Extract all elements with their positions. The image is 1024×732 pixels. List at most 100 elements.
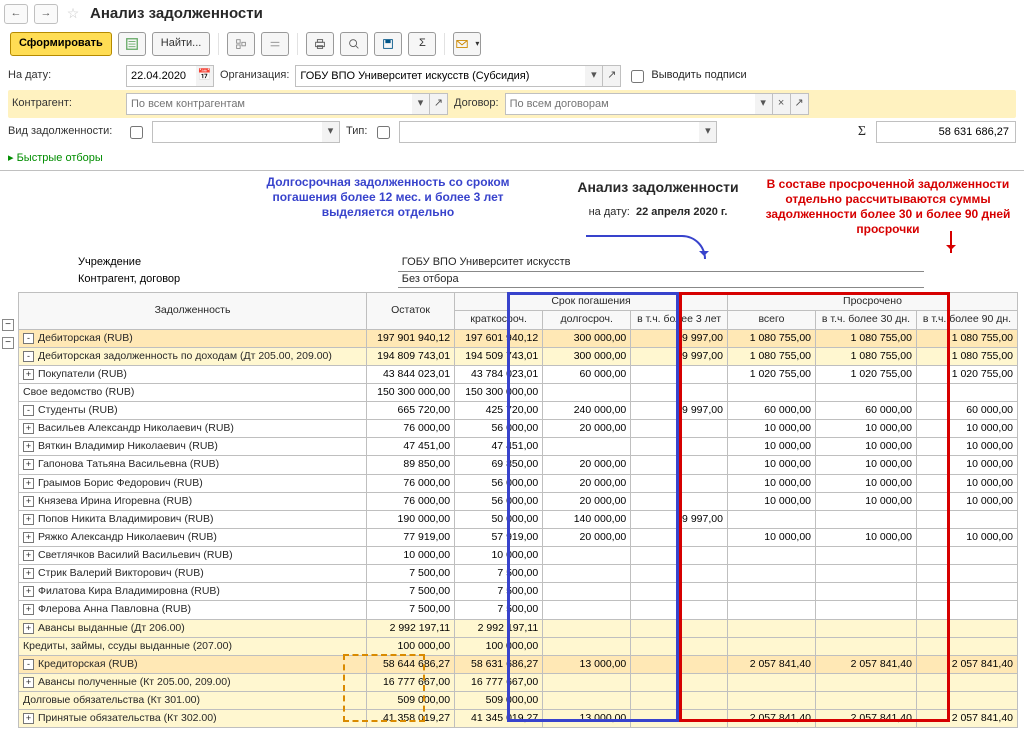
row-name-cell[interactable]: +Гапонова Татьяна Васильевна (RUB) <box>19 456 367 474</box>
expand-icon[interactable]: + <box>23 604 34 615</box>
expand-icon[interactable]: + <box>23 496 34 507</box>
row-name-cell[interactable]: -Дебиторская задолженность по доходам (Д… <box>19 347 367 365</box>
contract-field[interactable] <box>505 93 755 115</box>
table-row[interactable]: +Граымов Борис Федорович (RUB)76 000,005… <box>19 474 1018 492</box>
row-name-cell[interactable]: +Попов Никита Владимирович (RUB) <box>19 510 367 528</box>
nav-back-button[interactable]: ← <box>4 4 28 24</box>
table-row[interactable]: +Васильев Александр Николаевич (RUB)76 0… <box>19 420 1018 438</box>
row-name-cell[interactable]: +Авансы выданные (Дт 206.00) <box>19 619 367 637</box>
expand-icon[interactable]: + <box>23 550 34 561</box>
expand-icon[interactable]: + <box>23 586 34 597</box>
type-select[interactable]: ▾ <box>399 121 717 143</box>
type-field[interactable] <box>399 121 699 143</box>
type-check[interactable] <box>373 123 393 142</box>
expand-icon[interactable]: + <box>23 423 34 434</box>
table-row[interactable]: +Принятые обязательства (Кт 302.00)41 35… <box>19 710 1018 728</box>
row-name-cell[interactable]: +Васильев Александр Николаевич (RUB) <box>19 420 367 438</box>
settings-button[interactable] <box>118 32 146 56</box>
org-open-icon[interactable]: ↗ <box>603 65 621 87</box>
collapse-icon[interactable]: - <box>23 351 34 362</box>
table-row[interactable]: +Светлячков Василий Васильевич (RUB)10 0… <box>19 547 1018 565</box>
table-row[interactable]: +Покупатели (RUB)43 844 023,0143 784 023… <box>19 365 1018 383</box>
expand-icon[interactable]: + <box>23 568 34 579</box>
date-field[interactable] <box>126 65 196 87</box>
table-row[interactable]: +Ряжко Александр Николаевич (RUB)77 919,… <box>19 528 1018 546</box>
expand-icon[interactable]: + <box>23 623 34 634</box>
row-name-cell[interactable]: +Стрик Валерий Викторович (RUB) <box>19 565 367 583</box>
table-row[interactable]: -Студенты (RUB)665 720,00425 720,00240 0… <box>19 402 1018 420</box>
row-name-cell[interactable]: +Князева Ирина Игоревна (RUB) <box>19 492 367 510</box>
row-name-cell[interactable]: +Принятые обязательства (Кт 302.00) <box>19 710 367 728</box>
row-name-cell[interactable]: +Покупатели (RUB) <box>19 365 367 383</box>
table-row[interactable]: -Дебиторская (RUB)197 901 940,12197 601 … <box>19 329 1018 347</box>
org-field[interactable] <box>295 65 585 87</box>
contr-drop-icon[interactable]: ▾ <box>412 93 430 115</box>
outline-toggle[interactable]: − <box>2 337 14 349</box>
row-name-cell[interactable]: +Светлячков Василий Васильевич (RUB) <box>19 547 367 565</box>
outline-toggle[interactable]: − <box>2 319 14 331</box>
expand-icon[interactable]: + <box>23 459 34 470</box>
contract-open-icon[interactable]: ↗ <box>791 93 809 115</box>
expand-icon[interactable]: + <box>23 713 34 724</box>
contract-select[interactable]: ▾ × ↗ <box>505 93 809 115</box>
contract-clear-icon[interactable]: × <box>773 93 791 115</box>
row-name-cell[interactable]: +Ряжко Александр Николаевич (RUB) <box>19 528 367 546</box>
run-button[interactable]: Сформировать <box>10 32 112 56</box>
contract-drop-icon[interactable]: ▾ <box>755 93 773 115</box>
row-name-cell[interactable]: +Авансы полученные (Кт 205.00, 209.00) <box>19 673 367 691</box>
type-checkbox[interactable] <box>377 126 390 139</box>
row-name-cell[interactable]: -Дебиторская (RUB) <box>19 329 367 347</box>
row-name-cell[interactable]: +Флерова Анна Павловна (RUB) <box>19 601 367 619</box>
debt-type-select[interactable]: ▾ <box>152 121 340 143</box>
row-name-cell[interactable]: Кредиты, займы, ссуды выданные (207.00) <box>19 637 367 655</box>
row-name-cell[interactable]: Свое ведомство (RUB) <box>19 383 367 401</box>
table-row[interactable]: +Авансы полученные (Кт 205.00, 209.00)16… <box>19 673 1018 691</box>
table-row[interactable]: +Авансы выданные (Дт 206.00)2 992 197,11… <box>19 619 1018 637</box>
save-button[interactable] <box>374 32 402 56</box>
table-row[interactable]: +Князева Ирина Игоревна (RUB)76 000,0056… <box>19 492 1018 510</box>
find-button[interactable]: Найти... <box>152 32 211 56</box>
table-row[interactable]: +Попов Никита Владимирович (RUB)190 000,… <box>19 510 1018 528</box>
collapse-icon[interactable]: - <box>23 405 34 416</box>
table-row[interactable]: +Вяткин Владимир Николаевич (RUB)47 451,… <box>19 438 1018 456</box>
row-name-cell[interactable]: +Филатова Кира Владимировна (RUB) <box>19 583 367 601</box>
calendar-icon[interactable]: 📅 <box>196 65 214 87</box>
collapse-tree-button[interactable] <box>261 32 289 56</box>
preview-button[interactable] <box>340 32 368 56</box>
table-row[interactable]: Долговые обязательства (Кт 301.00)509 00… <box>19 692 1018 710</box>
date-input[interactable]: 📅 <box>126 65 214 87</box>
table-row[interactable]: +Филатова Кира Владимировна (RUB)7 500,0… <box>19 583 1018 601</box>
table-row[interactable]: +Стрик Валерий Викторович (RUB)7 500,007… <box>19 565 1018 583</box>
contr-field[interactable] <box>126 93 412 115</box>
debt-type-field[interactable] <box>152 121 322 143</box>
sign-checkbox[interactable]: Выводить подписи <box>627 67 746 86</box>
debt-type-drop-icon[interactable]: ▾ <box>322 121 340 143</box>
expand-tree-button[interactable] <box>227 32 255 56</box>
sign-checkbox-input[interactable] <box>631 70 644 83</box>
contr-select[interactable]: ▾ ↗ <box>126 93 448 115</box>
expand-icon[interactable]: + <box>23 532 34 543</box>
email-button[interactable]: ▾ <box>453 32 481 56</box>
table-row[interactable]: Кредиты, займы, ссуды выданные (207.00)1… <box>19 637 1018 655</box>
favorite-star-icon[interactable]: ☆ <box>64 5 82 23</box>
table-row[interactable]: +Гапонова Татьяна Васильевна (RUB)89 850… <box>19 456 1018 474</box>
fast-filters-toggle[interactable]: Быстрые отборы <box>0 148 1024 170</box>
debt-type-checkbox[interactable] <box>130 126 143 139</box>
type-drop-icon[interactable]: ▾ <box>699 121 717 143</box>
contr-open-icon[interactable]: ↗ <box>430 93 448 115</box>
row-name-cell[interactable]: Долговые обязательства (Кт 301.00) <box>19 692 367 710</box>
table-row[interactable]: -Дебиторская задолженность по доходам (Д… <box>19 347 1018 365</box>
table-row[interactable]: +Флерова Анна Павловна (RUB)7 500,007 50… <box>19 601 1018 619</box>
org-drop-icon[interactable]: ▾ <box>585 65 603 87</box>
sum-button[interactable]: Σ <box>408 32 436 56</box>
print-button[interactable] <box>306 32 334 56</box>
org-select[interactable]: ▾ ↗ <box>295 65 621 87</box>
expand-icon[interactable]: + <box>23 514 34 525</box>
debt-type-check[interactable] <box>126 123 146 142</box>
row-name-cell[interactable]: +Граымов Борис Федорович (RUB) <box>19 474 367 492</box>
expand-icon[interactable]: + <box>23 441 34 452</box>
table-row[interactable]: Свое ведомство (RUB)150 300 000,00150 30… <box>19 383 1018 401</box>
sum-total-field[interactable] <box>876 121 1016 143</box>
collapse-icon[interactable]: - <box>23 333 34 344</box>
expand-icon[interactable]: + <box>23 369 34 380</box>
